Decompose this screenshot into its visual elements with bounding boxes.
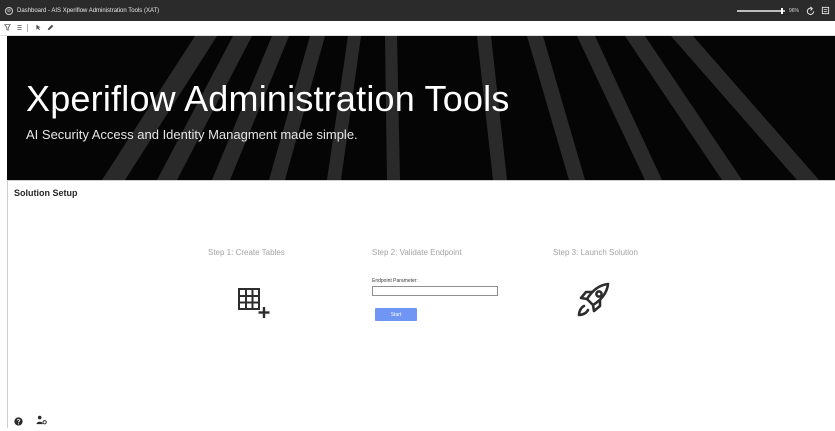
cursor-icon[interactable] — [33, 24, 43, 33]
step-1-title: Step 1: Create Tables — [208, 248, 285, 257]
banner-subtitle: AI Security Access and Identity Managmen… — [26, 127, 358, 142]
window-titlebar: ⊘ Dashboard - AIS Xperiflow Administrati… — [0, 0, 835, 21]
app-icon: ⊘ — [5, 6, 13, 15]
endpoint-parameter-label: Endpoint Parameter: — [372, 278, 418, 284]
step-2-title: Step 2: Validate Endpoint — [372, 248, 462, 257]
list-icon[interactable] — [14, 24, 24, 33]
zoom-slider[interactable] — [736, 7, 785, 14]
zoom-control[interactable]: 96% — [736, 7, 799, 14]
section-title: Solution Setup — [14, 188, 78, 198]
start-button[interactable]: Start — [375, 308, 417, 321]
page-view-icon[interactable] — [820, 6, 830, 16]
filter-icon[interactable] — [2, 23, 12, 33]
table-add-icon[interactable] — [237, 287, 271, 326]
rocket-icon[interactable] — [575, 280, 613, 325]
hero-banner: Xperiflow Administration Tools AI Securi… — [7, 36, 835, 180]
zoom-level: 96% — [788, 7, 799, 14]
help-icon[interactable] — [14, 413, 23, 431]
user-settings-icon[interactable] — [36, 412, 47, 430]
zoom-slider-thumb[interactable] — [780, 7, 783, 14]
toolbar — [0, 21, 835, 36]
pen-icon[interactable] — [45, 24, 55, 33]
banner-title: Xperiflow Administration Tools — [26, 78, 510, 119]
window-title: Dashboard - AIS Xperiflow Administration… — [17, 7, 160, 14]
refresh-icon[interactable] — [805, 6, 815, 16]
step-3-title: Step 3: Launch Solution — [553, 248, 638, 257]
endpoint-parameter-input[interactable] — [372, 286, 498, 296]
